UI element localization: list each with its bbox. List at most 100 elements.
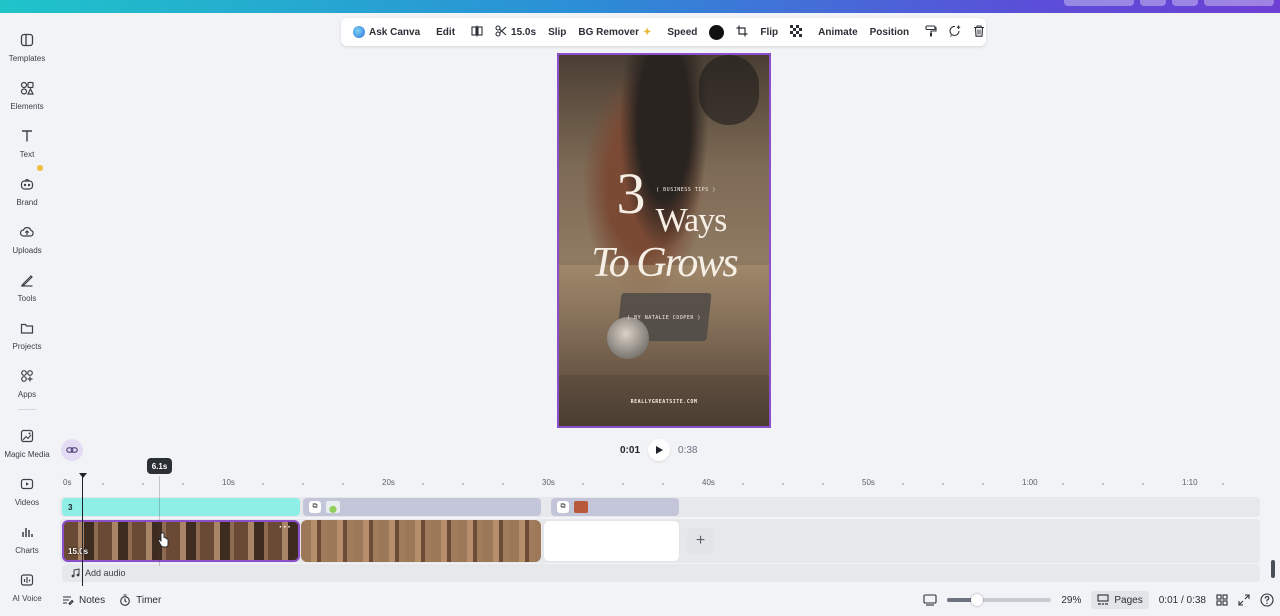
sidebar-item-elements[interactable]: Elements [0, 75, 54, 119]
play-button[interactable] [648, 439, 671, 461]
bowl-shape [607, 317, 649, 359]
video-clip[interactable] [301, 520, 541, 562]
fullscreen-icon[interactable] [1238, 594, 1250, 606]
sidebar-item-tools[interactable]: Tools [0, 267, 54, 311]
text-clip[interactable]: ⧉ [303, 498, 541, 516]
slip-button[interactable]: Slip [542, 18, 572, 46]
sidebar-item-apps[interactable]: Apps [0, 363, 54, 407]
timer-button[interactable]: Timer [119, 594, 161, 606]
trim-button[interactable]: 15.0s [489, 18, 542, 46]
tools-icon [18, 271, 36, 289]
ways-text[interactable]: Ways [651, 203, 731, 239]
slip-label: Slip [548, 26, 567, 38]
ruler-dot [582, 483, 584, 485]
trash-icon [973, 24, 985, 40]
play-icon [656, 446, 664, 454]
edit-button[interactable]: Edit [430, 18, 461, 46]
header-control[interactable] [1140, 0, 1166, 6]
sidebar-item-charts[interactable]: Charts [0, 519, 54, 563]
header-control[interactable] [1204, 0, 1274, 6]
speed-button[interactable]: Speed [661, 18, 703, 46]
position-button[interactable]: Position [864, 18, 915, 46]
add-audio-row[interactable]: Add audio [62, 564, 1260, 582]
time-readout: 0:01 / 0:38 [1158, 594, 1206, 606]
sidebar-item-templates[interactable]: Templates [0, 27, 54, 71]
projects-icon [18, 319, 36, 337]
video-clip-selected[interactable]: ··· 15.0s [62, 520, 300, 562]
graphic-clip-icon: ⧉ [309, 501, 321, 513]
to-grows-text[interactable]: To Grows [559, 241, 769, 285]
ruler-dot [782, 483, 784, 485]
ruler-dot [462, 483, 464, 485]
sidebar-item-label: Magic Media [4, 450, 50, 459]
charts-icon [18, 523, 36, 541]
pages-button[interactable]: Pages [1091, 591, 1149, 609]
copy-style-button[interactable] [919, 18, 943, 46]
video-clip-blank[interactable] [543, 520, 680, 562]
transparency-icon [790, 24, 803, 40]
clip-duration-label: 15.0s [511, 26, 537, 38]
notes-button[interactable]: Notes [62, 594, 105, 606]
animate-button[interactable]: Animate [812, 18, 863, 46]
videos-icon [18, 475, 36, 493]
grid-view-icon[interactable] [1216, 594, 1228, 606]
playhead-line[interactable] [82, 474, 83, 586]
comment-button[interactable] [943, 18, 967, 46]
big-number-text[interactable]: 3 [611, 163, 651, 225]
header-controls [1064, 0, 1274, 6]
split-button[interactable] [465, 18, 489, 46]
ruler-dot [502, 483, 504, 485]
brand-icon [18, 175, 36, 193]
sidebar-item-ai-voice[interactable]: AI Voice [0, 567, 54, 611]
sidebar-item-brand[interactable]: Brand [0, 171, 54, 215]
notes-label: Notes [79, 594, 106, 606]
bg-remover-button[interactable]: BG Remover ✦ [572, 18, 657, 46]
sidebar-item-label: Brand [16, 198, 38, 207]
color-button[interactable] [703, 18, 730, 46]
timeline-scrollbar[interactable] [1271, 560, 1275, 578]
playhead-handle[interactable] [79, 473, 87, 478]
uploads-icon [18, 223, 36, 241]
help-icon[interactable] [1260, 593, 1274, 607]
notes-icon [63, 596, 74, 606]
crop-icon [736, 25, 748, 40]
position-label: Position [869, 26, 910, 38]
sidebar-item-text[interactable]: Text [0, 123, 54, 167]
timer-label: Timer [136, 594, 162, 606]
pages-label: Pages [1114, 594, 1143, 606]
ruler-dot [942, 483, 944, 485]
ask-canva-button[interactable]: Ask Canva [347, 18, 426, 46]
page-view-icon[interactable] [923, 594, 937, 606]
zoom-slider[interactable] [947, 594, 1052, 606]
left-sidebar: Templates Elements Text Brand Uploads To… [0, 13, 54, 616]
split-icon [471, 25, 483, 40]
header-control[interactable] [1172, 0, 1198, 6]
website-text[interactable]: REALLYGREATSITE.COM [559, 399, 769, 405]
zoom-level[interactable]: 29% [1061, 595, 1081, 606]
ruler-dot [262, 483, 264, 485]
sidebar-item-label: Charts [15, 546, 39, 555]
sidebar-item-uploads[interactable]: Uploads [0, 219, 54, 263]
text-clip[interactable]: ⧉ [551, 498, 679, 516]
delete-button[interactable] [967, 18, 991, 46]
flip-button[interactable]: Flip [754, 18, 784, 46]
sidebar-item-label: Text [19, 150, 35, 159]
transparency-button[interactable] [784, 18, 808, 46]
sidebar-item-videos[interactable]: Videos [0, 471, 54, 515]
text-clip[interactable]: 3 [62, 498, 300, 516]
add-clip-button[interactable]: + [687, 528, 714, 554]
clip-more-options-icon[interactable]: ··· [279, 522, 292, 533]
sidebar-item-magic-media[interactable]: Magic Media [0, 423, 54, 467]
crop-button[interactable] [730, 18, 754, 46]
link-clips-button[interactable] [61, 439, 83, 461]
timeline-ruler[interactable]: 0s 10s 20s 30s 40s 50s 1:00 1:10 [56, 478, 1266, 492]
zoom-slider-handle[interactable] [971, 594, 984, 606]
text-clip-label: 3 [68, 502, 73, 512]
header-control[interactable] [1064, 0, 1134, 6]
tag-top-text[interactable]: ( BUSINESS TIPS ) [559, 187, 769, 193]
ruler-label: 40s [702, 478, 715, 487]
byline-text[interactable]: ( BY NATALIE COOPER ) [559, 315, 769, 321]
text-icon [18, 127, 36, 145]
sidebar-item-projects[interactable]: Projects [0, 315, 54, 359]
design-canvas-page[interactable]: ( BUSINESS TIPS ) 3 Ways To Grows ( BY N… [557, 53, 771, 428]
